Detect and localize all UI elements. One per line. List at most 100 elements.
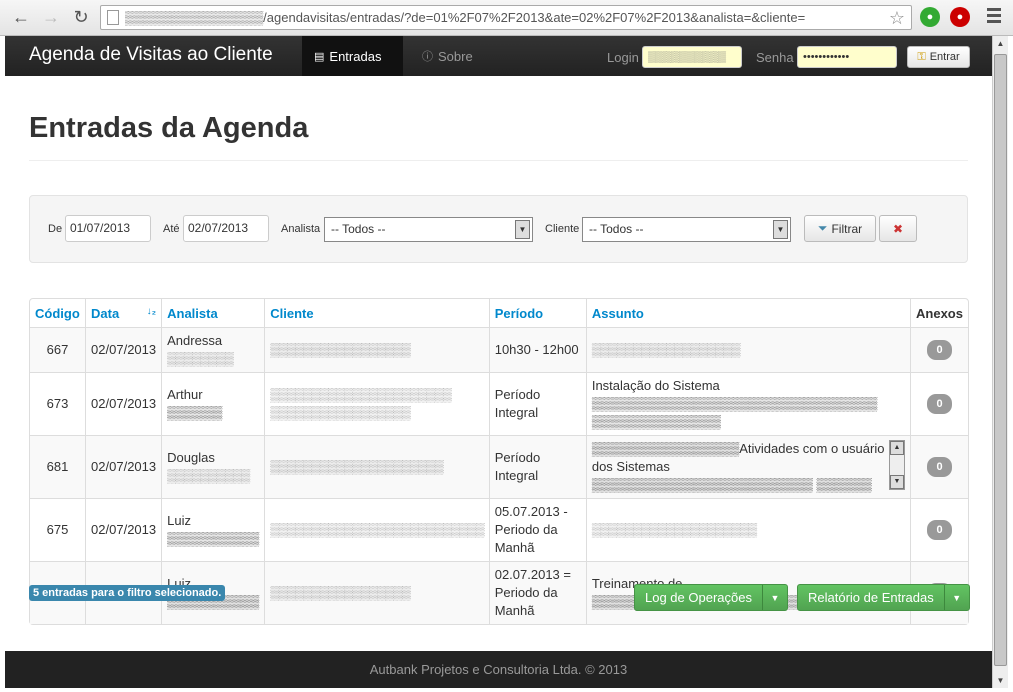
table-row[interactable]: 667 02/07/2013 Andressa ▒▒▒▒▒▒▒▒ ▒▒▒▒▒▒▒▒… [30,327,968,372]
cell-periodo: Período Integral [488,372,586,435]
sort-ascending-icon[interactable]: ↓₂ [147,306,156,317]
col-assunto[interactable]: Assunto [585,299,910,327]
scroll-thumb[interactable] [994,54,1007,666]
cell-analista: Arthur ▒▒▒▒▒▒ [161,372,265,435]
scroll-down-icon[interactable]: ▼ [993,673,1008,688]
scroll-up-icon[interactable]: ▲ [890,441,904,455]
de-label: De [48,223,63,235]
nav-item-entradas[interactable]: ▤ Entradas [302,36,403,76]
cell-assunto: ▒▒▒▒▒▒▒▒▒▒▒▒▒▒▒▒▒▒ [585,327,910,372]
table-row[interactable]: 673 02/07/2013 Arthur ▒▒▒▒▒▒ ▒▒▒▒▒▒▒▒▒▒▒… [30,372,968,435]
cell-cliente: ▒▒▒▒▒▒▒▒▒▒▒▒▒▒▒▒▒ [264,327,489,372]
chevron-down-icon[interactable]: ▼ [773,220,788,239]
nav-item-sobre[interactable]: ⓘ Sobre [422,36,512,76]
app-navbar: Agenda de Visitas ao Cliente ▤ Entradas … [5,36,992,76]
info-icon: ⓘ [422,51,433,63]
anexos-badge[interactable]: 0 [927,520,952,540]
bookmark-star-icon[interactable]: ☆ [889,8,905,29]
scroll-up-icon[interactable]: ▲ [993,36,1008,51]
adblock-icon[interactable]: ● [950,7,970,27]
cell-codigo: 681 [30,435,86,498]
forward-arrow-icon[interactable]: → [40,6,62,28]
cell-periodo: 10h30 - 12h00 [488,327,586,372]
scroll-down-icon[interactable]: ▼ [890,475,904,489]
entrar-button[interactable]: ⚿ Entrar [907,46,970,68]
cell-cliente: ▒▒▒▒▒▒▒▒▒▒▒▒▒▒▒▒▒▒▒▒▒▒ ▒▒▒▒▒▒▒▒▒▒▒▒▒▒▒▒▒ [264,372,489,435]
cell-cliente: ▒▒▒▒▒▒▒▒▒▒▒▒▒▒▒▒▒▒▒▒▒▒▒▒▒▒ [264,498,489,561]
analista-surname: ▒▒▒▒▒▒▒▒ [167,351,234,366]
col-data[interactable]: Data ↓₂ [85,299,161,327]
analista-select[interactable]: -- Todos -- ▼ [324,217,533,242]
page-icon [107,10,119,25]
anexos-badge[interactable]: 0 [927,394,952,414]
anexos-badge[interactable]: 0 [927,457,952,477]
chevron-down-icon[interactable]: ▼ [945,593,969,603]
log-operacoes-button[interactable]: Log de Operações [635,585,763,610]
entrar-label: Entrar [929,51,960,63]
cell-data: 02/07/2013 [85,498,162,561]
assunto-scrollbar[interactable]: ▲ ▼ [889,440,905,490]
cell-codigo: 667 [30,327,86,372]
reload-icon[interactable]: ↻ [70,6,92,28]
senha-label: Senha [756,50,794,65]
cell-analista: Andressa ▒▒▒▒▒▒▒▒ [161,327,265,372]
log-operacoes-button-group: Log de Operações ▼ [634,584,788,611]
key-icon: ⚿ [917,50,926,63]
login-input[interactable]: ▒▒▒▒▒▒▒▒▒▒ [642,46,742,68]
cell-codigo: 673 [30,372,86,435]
login-label: Login [607,50,639,65]
analista-name: Andressa [167,333,223,348]
cell-periodo: Período Integral [488,435,586,498]
cliente-label: Cliente [545,223,580,235]
analista-surname: ▒▒▒▒▒▒▒▒▒▒ [167,468,250,483]
cell-cliente: ▒▒▒▒▒▒▒▒▒▒▒▒▒▒▒▒▒ [264,561,489,624]
cell-cliente: ▒▒▒▒▒▒▒▒▒▒▒▒▒▒▒▒▒▒▒▒▒ [264,435,489,498]
filtrar-button[interactable]: ⏷ Filtrar [804,215,876,242]
address-bar[interactable]: ▒▒▒▒▒▒▒▒▒▒▒▒▒▒▒/agendavisitas/entradas/?… [100,5,912,30]
extension-icon[interactable]: ● [920,7,940,27]
chevron-down-icon[interactable]: ▼ [515,220,530,239]
col-cliente[interactable]: Cliente [264,299,488,327]
relatorio-entradas-button[interactable]: Relatório de Entradas [798,585,945,610]
brand-title[interactable]: Agenda de Visitas ao Cliente [29,44,273,66]
de-date-input[interactable]: 01/07/2013 [65,215,151,242]
page-scrollbar[interactable]: ▲ ▼ [992,36,1008,688]
cell-analista: Douglas ▒▒▒▒▒▒▒▒▒▒ [161,435,265,498]
results-count-label: 5 entradas para o filtro selecionado. [29,585,226,601]
cliente-select[interactable]: -- Todos -- ▼ [582,217,791,242]
cell-codigo: 675 [30,498,86,561]
filtrar-label: Filtrar [831,221,863,236]
cell-periodo: 05.07.2013 - Periodo da Manhã [488,498,586,561]
password-input[interactable]: •••••••••••• [797,46,897,68]
cell-anexos: 0 [910,372,968,435]
col-anexos: Anexos [910,299,968,327]
chevron-down-icon[interactable]: ▼ [763,593,787,603]
col-analista[interactable]: Analista [161,299,264,327]
list-icon: ▤ [314,50,325,63]
page-footer: Autbank Projetos e Consultoria Ltda. © 2… [5,651,992,688]
cell-assunto: ▒▒▒▒▒▒▒▒▒▒▒▒▒▒▒▒▒▒▒▒ [585,498,910,561]
col-periodo[interactable]: Período [488,299,586,327]
browser-toolbar: ← → ↻ ▒▒▒▒▒▒▒▒▒▒▒▒▒▒▒/agendavisitas/entr… [0,0,1013,36]
funnel-icon: ⏷ [817,221,828,235]
ate-date-input[interactable]: 02/07/2013 [183,215,269,242]
table-row[interactable]: 675 02/07/2013 Luiz ▒▒▒▒▒▒▒▒▒▒ ▒▒▒▒▒▒▒▒▒… [30,498,968,561]
browser-menu-icon[interactable] [987,8,1001,26]
title-divider [29,160,968,161]
col-data-label: Data [91,305,120,321]
clear-filter-button[interactable]: ✖ [879,215,917,242]
back-arrow-icon[interactable]: ← [10,6,32,28]
table-row[interactable]: 681 02/07/2013 Douglas ▒▒▒▒▒▒▒▒▒▒ ▒▒▒▒▒▒▒… [30,435,968,498]
cell-anexos: 0 [910,435,968,498]
nav-sobre-label: Sobre [438,48,473,64]
anexos-badge[interactable]: 0 [927,340,952,360]
col-codigo[interactable]: Código [30,299,85,327]
cell-data: 02/07/2013 [85,327,162,372]
cell-assunto: ▲ ▼ ▒▒▒▒▒▒▒▒▒▒▒▒▒▒▒▒Atividades com o usu… [585,435,910,498]
url-text: ▒▒▒▒▒▒▒▒▒▒▒▒▒▒▒/agendavisitas/entradas/?… [125,10,806,25]
analista-name: Douglas [167,450,215,465]
assunto-text: ▒▒▒▒▒▒▒▒▒▒▒▒▒▒▒▒Atividades com o usuário… [591,441,885,492]
cell-data: 02/07/2013 [85,372,162,435]
cell-periodo: 02.07.2013 = Periodo da Manhã [488,561,586,624]
cliente-select-value: -- Todos -- [589,222,644,236]
